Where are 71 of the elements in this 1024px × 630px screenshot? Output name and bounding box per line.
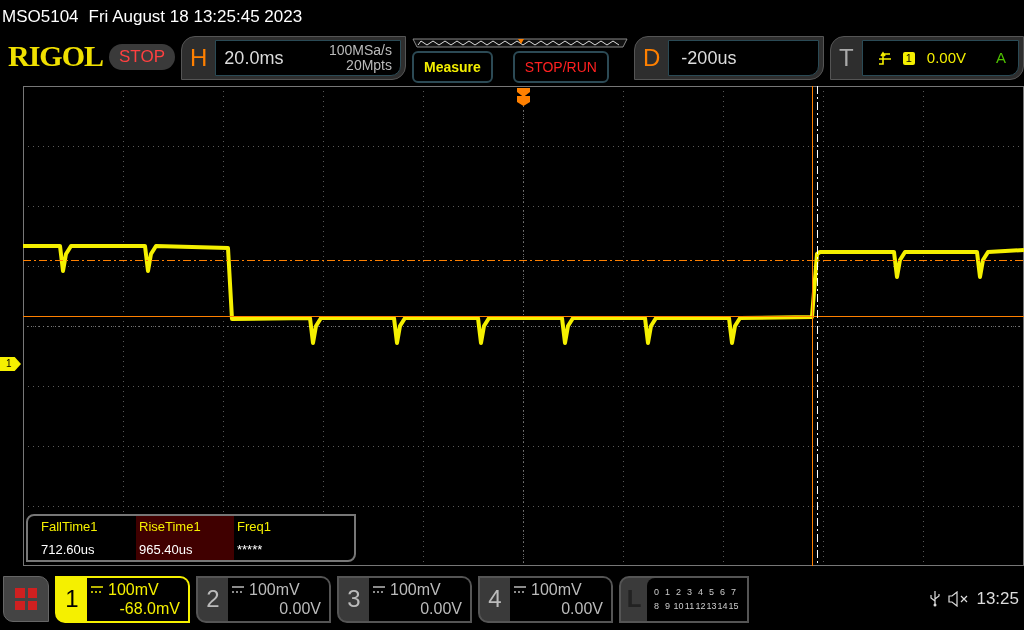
channel-panel[interactable]: 2 100mV 0.00V	[196, 575, 331, 623]
measurement-name: FallTime1	[41, 518, 99, 536]
logic-channel-number: 6	[719, 586, 726, 598]
channel-offset: 0.00V	[561, 599, 603, 618]
channel-number: 4	[487, 584, 503, 614]
run-state-badge: STOP	[109, 44, 175, 70]
rising-edge-icon	[878, 51, 891, 65]
delay-panel[interactable]: D -200us	[634, 36, 824, 80]
trigger-mode: A	[996, 47, 1006, 68]
trigger-level: 0.00V	[926, 47, 966, 68]
dc-coupling-icon	[91, 586, 103, 593]
horizontal-label: H	[190, 43, 208, 73]
logic-channel-number: 1	[664, 586, 671, 598]
measurement-value: 965.40us	[139, 540, 194, 559]
brand-logo: RIGOL	[8, 38, 104, 74]
logic-channel-number: 3	[686, 586, 693, 598]
measurement-value: 712.60us	[41, 540, 96, 559]
logic-channel-number: 9	[664, 600, 671, 612]
speaker-muted-icon	[948, 591, 969, 607]
logic-channel-number: 8	[653, 600, 660, 612]
trigger-label: T	[839, 43, 854, 73]
measurement-item[interactable]: Freq1 *****	[234, 516, 332, 560]
channel-offset: 0.00V	[420, 599, 462, 618]
measurement-name: Freq1	[237, 518, 272, 536]
dc-coupling-icon	[232, 586, 244, 593]
measure-button[interactable]: Measure	[412, 51, 493, 83]
logic-channel-number: 0	[653, 586, 660, 598]
timebase-value: 20.0ms	[224, 46, 284, 70]
channel-offset: -68.0mV	[119, 599, 180, 618]
logic-channel-number: 12	[695, 600, 706, 612]
logic-channel-number: 5	[708, 586, 715, 598]
channel-panel[interactable]: 4 100mV 0.00V	[478, 575, 613, 623]
date-time: Fri August 18 13:25:45 2023	[88, 6, 303, 29]
dc-coupling-icon	[514, 586, 526, 593]
channel-panel[interactable]: 1 100mV -68.0mV	[55, 575, 190, 623]
channel-number: 1	[64, 584, 80, 614]
stop-run-button[interactable]: STOP/RUN	[512, 51, 609, 83]
trigger-position-marker-icon	[517, 88, 530, 106]
measurement-item[interactable]: FallTime1 712.60us	[38, 516, 136, 560]
logic-channel-number: 11	[684, 600, 695, 612]
logic-channel-number: 2	[675, 586, 682, 598]
logic-channel-number: 13	[706, 600, 717, 612]
clock-time: 13:25	[976, 588, 1019, 611]
logic-channel-number: 15	[728, 600, 739, 612]
channel-scale: 100mV	[531, 580, 582, 599]
measurement-name: RiseTime1	[139, 518, 202, 536]
logic-channel-number: 4	[697, 586, 704, 598]
measurement-value: *****	[237, 540, 264, 559]
channel-number: 3	[346, 584, 362, 614]
channel-number: 2	[205, 584, 221, 614]
horizontal-panel[interactable]: H 20.0ms 100MSa/s 20Mpts	[181, 36, 406, 80]
measurement-item[interactable]: RiseTime1 965.40us	[136, 516, 234, 560]
model-name: MSO5104	[2, 6, 79, 29]
delay-label: D	[643, 43, 661, 73]
logic-channel-number: 7	[730, 586, 737, 598]
channel-scale: 100mV	[108, 580, 159, 599]
channel-panel[interactable]: 3 100mV 0.00V	[337, 575, 472, 623]
logic-channel-number: 14	[717, 600, 728, 612]
sample-rate: 100MSa/s	[328, 43, 392, 58]
usb-icon	[930, 591, 941, 607]
memory-depth: 20Mpts	[346, 58, 392, 73]
channel-offset-marker[interactable]: 1	[0, 357, 21, 371]
dc-coupling-icon	[373, 586, 385, 593]
trigger-source-badge: 1	[902, 51, 915, 65]
channel-offset: 0.00V	[279, 599, 321, 618]
delay-value: -200us	[681, 46, 737, 70]
channel-scale: 100mV	[390, 580, 441, 599]
logic-channel-number: 10	[673, 600, 684, 612]
channel-scale: 100mV	[249, 580, 300, 599]
trigger-panel[interactable]: T 1 0.00V A	[830, 36, 1024, 80]
menu-button[interactable]	[3, 576, 49, 622]
